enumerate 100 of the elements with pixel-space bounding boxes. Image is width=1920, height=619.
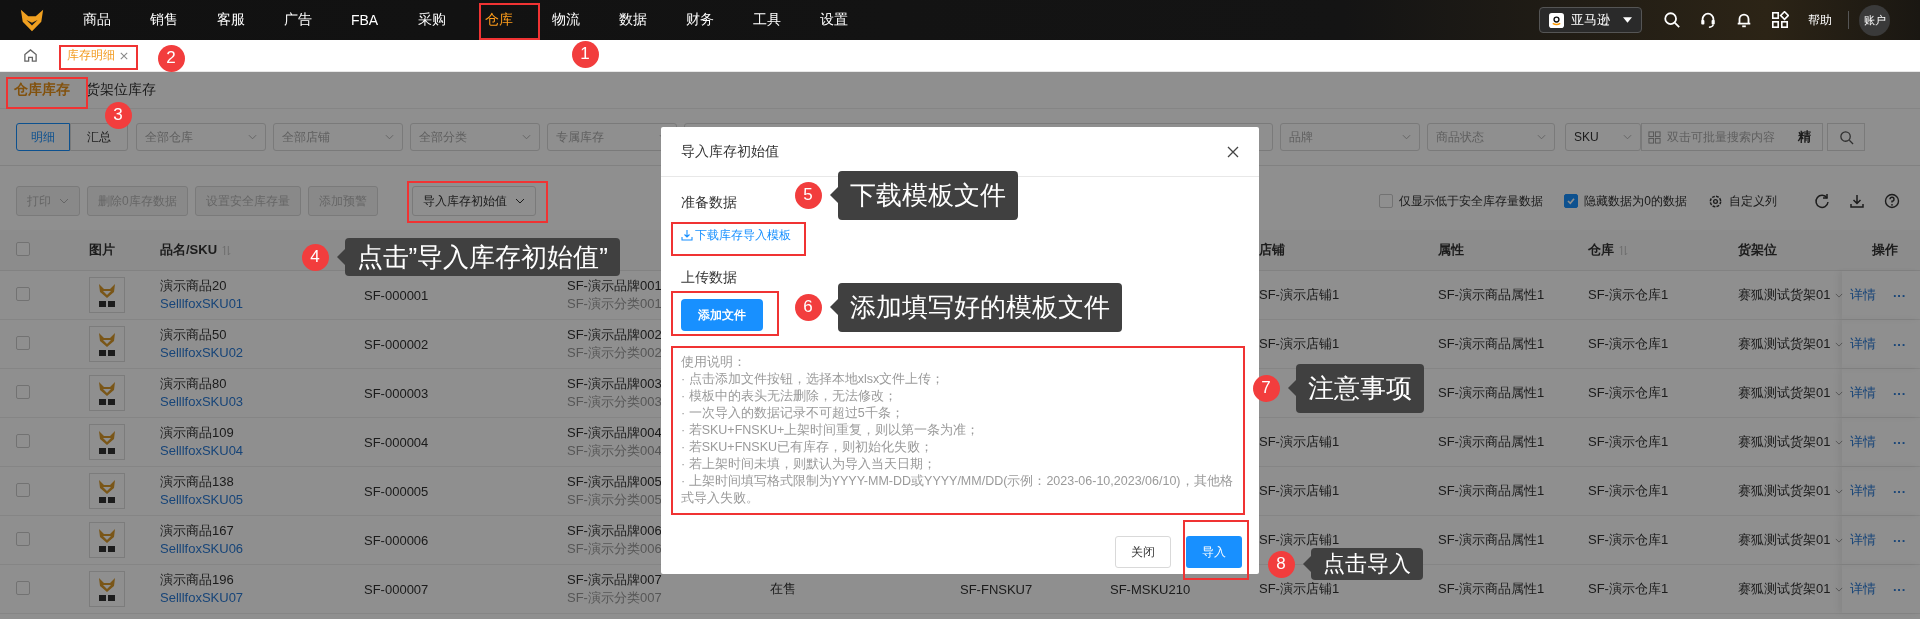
product-name: 演示商品138	[160, 473, 234, 491]
step-number-badge: 2	[157, 44, 185, 72]
checkbox[interactable]	[1564, 194, 1579, 208]
nav-menu-item[interactable]: 仓库	[465, 0, 532, 40]
marketplace-select[interactable]: 亚马逊	[1539, 7, 1642, 33]
detail-link[interactable]: 详情	[1850, 482, 1876, 500]
nav-menu-item[interactable]: FBA	[331, 0, 398, 40]
nav-menu-item[interactable]: 设置	[800, 0, 867, 40]
add-file-button[interactable]: 添加文件	[681, 299, 763, 331]
sku-link[interactable]: SelllfoxSKU05	[160, 491, 244, 509]
page-tab[interactable]: 库存明细	[60, 43, 134, 68]
dialog-title: 导入库存初始值	[681, 142, 779, 161]
instruction-item: · 若SKU+FNSKU已有库存，则初始化失败；	[681, 439, 934, 456]
chevron-down-icon	[1835, 439, 1844, 445]
detail-link[interactable]: 详情	[1850, 531, 1876, 549]
brand-text: SF-演示品牌005	[567, 473, 662, 491]
row-checkbox[interactable]	[16, 335, 30, 350]
table-cell-text: SF-演示仓库1	[1588, 335, 1670, 353]
chevron-down-icon	[1623, 134, 1632, 140]
shelf-select[interactable]: 赛狐测试货架01	[1738, 286, 1844, 304]
custom-columns-button[interactable]: 自定义列	[1708, 192, 1777, 210]
more-actions-button[interactable]: ···	[1893, 336, 1906, 352]
table-cell-text: SF-演示仓库1	[1588, 384, 1670, 402]
more-actions-button[interactable]: ···	[1893, 385, 1906, 401]
sku-link[interactable]: SelllfoxSKU07	[160, 589, 244, 607]
view-toggle[interactable]: 汇总	[70, 123, 128, 151]
marketplace-icon	[1549, 12, 1564, 28]
shelf-select[interactable]: 赛狐测试货架01	[1738, 580, 1844, 598]
row-checkbox[interactable]	[16, 384, 30, 399]
chevron-down-icon	[1835, 292, 1844, 298]
row-checkbox[interactable]	[16, 531, 30, 546]
close-icon[interactable]	[1227, 145, 1239, 158]
product-name: 演示商品80	[160, 375, 227, 393]
toolbar-button[interactable]: 导入库存初始值	[411, 186, 536, 216]
bell-icon[interactable]	[1735, 11, 1753, 29]
search-type-select[interactable]: SKU	[1565, 123, 1641, 151]
shelf-select[interactable]: 赛狐测试货架01	[1738, 482, 1844, 500]
callout-label: 点击”导入库存初始值”	[344, 238, 620, 276]
sku-link[interactable]: SelllfoxSKU06	[160, 540, 244, 558]
sku-link[interactable]: SelllfoxSKU04	[160, 442, 244, 460]
more-actions-button[interactable]: ···	[1893, 434, 1906, 450]
chevron-down-icon	[1835, 586, 1844, 592]
headset-icon[interactable]	[1699, 11, 1717, 29]
section-label: 上传数据	[681, 268, 737, 287]
table-cell-text: SF-演示商品属性1	[1438, 580, 1546, 598]
detail-link[interactable]: 详情	[1850, 335, 1876, 353]
instruction-item: · 上架时间填写格式限制为YYYY-MM-DD或YYYY/MM/DD(示例：2023-06-10,2023/06/10)，其他格式导入失败。	[681, 473, 1234, 507]
nav-menu-item[interactable]: 客服	[197, 0, 264, 40]
nav-menu-item[interactable]: 采购	[398, 0, 465, 40]
help-link[interactable]: 帮助	[1802, 11, 1838, 29]
row-checkbox[interactable]	[16, 580, 30, 595]
nav-menu-item[interactable]: 数据	[599, 0, 666, 40]
brand-text: SF-演示品牌002	[567, 326, 662, 344]
detail-link[interactable]: 详情	[1850, 580, 1876, 598]
checkbox[interactable]	[1379, 194, 1394, 208]
nav-menu-item[interactable]: 财务	[666, 0, 733, 40]
brand-text: SF-演示品牌003	[567, 375, 662, 393]
help-icon[interactable]	[1884, 193, 1900, 209]
nav-menu-item[interactable]: 商品	[63, 0, 130, 40]
home-icon[interactable]	[23, 48, 38, 63]
detail-link[interactable]: 详情	[1850, 384, 1876, 402]
sku-link[interactable]: SelllfoxSKU03	[160, 393, 244, 411]
refresh-icon[interactable]	[1814, 193, 1830, 209]
nav-menu-item[interactable]: 物流	[532, 0, 599, 40]
account-avatar[interactable]: 账户	[1859, 4, 1890, 36]
more-actions-button[interactable]: ···	[1893, 532, 1906, 548]
nav-menu-item[interactable]: 广告	[264, 0, 331, 40]
shelf-select[interactable]: 赛狐测试货架01	[1738, 384, 1844, 402]
more-actions-button[interactable]: ···	[1893, 483, 1906, 499]
sku-link[interactable]: SelllfoxSKU01	[160, 295, 244, 313]
view-toggle[interactable]: 明细	[16, 123, 70, 151]
shelf-select[interactable]: 赛狐测试货架01	[1738, 335, 1844, 353]
select-all-checkbox[interactable]	[16, 241, 30, 256]
detail-link[interactable]: 详情	[1850, 286, 1876, 304]
row-checkbox[interactable]	[16, 433, 30, 448]
more-actions-button[interactable]: ···	[1893, 287, 1906, 303]
chevron-down-icon	[1835, 341, 1844, 347]
dialog-button[interactable]: 关闭	[1115, 536, 1171, 568]
detail-link[interactable]: 详情	[1850, 433, 1876, 451]
row-checkbox[interactable]	[16, 482, 30, 497]
apps-grid-icon[interactable]	[1771, 11, 1789, 29]
download-template-link[interactable]: 下载库存导入模板	[681, 226, 791, 244]
instruction-item: · 点击添加文件按钮，选择本地xlsx文件上传；	[681, 371, 946, 388]
nav-menu-item[interactable]: 工具	[733, 0, 800, 40]
nav-menu-item[interactable]: 销售	[130, 0, 197, 40]
sub-tab[interactable]: 仓库库存	[14, 75, 70, 105]
search-button[interactable]	[1827, 123, 1865, 151]
more-actions-button[interactable]: ···	[1893, 581, 1906, 597]
brand-text: SF-演示品牌004	[567, 424, 662, 442]
shelf-select[interactable]: 赛狐测试货架01	[1738, 433, 1844, 451]
shelf-select[interactable]: 赛狐测试货架01	[1738, 531, 1844, 549]
sku-link[interactable]: SelllfoxSKU02	[160, 344, 244, 362]
fox-logo-icon[interactable]	[19, 7, 45, 33]
dialog-button[interactable]: 导入	[1186, 536, 1242, 568]
column-header: 品名/SKU	[160, 241, 232, 259]
search-icon[interactable]	[1663, 11, 1681, 29]
table-cell-text: SF-演示商品属性1	[1438, 286, 1546, 304]
download-icon[interactable]	[1849, 193, 1865, 209]
exact-match-toggle[interactable]: 精	[1798, 128, 1811, 146]
row-checkbox[interactable]	[16, 286, 30, 301]
